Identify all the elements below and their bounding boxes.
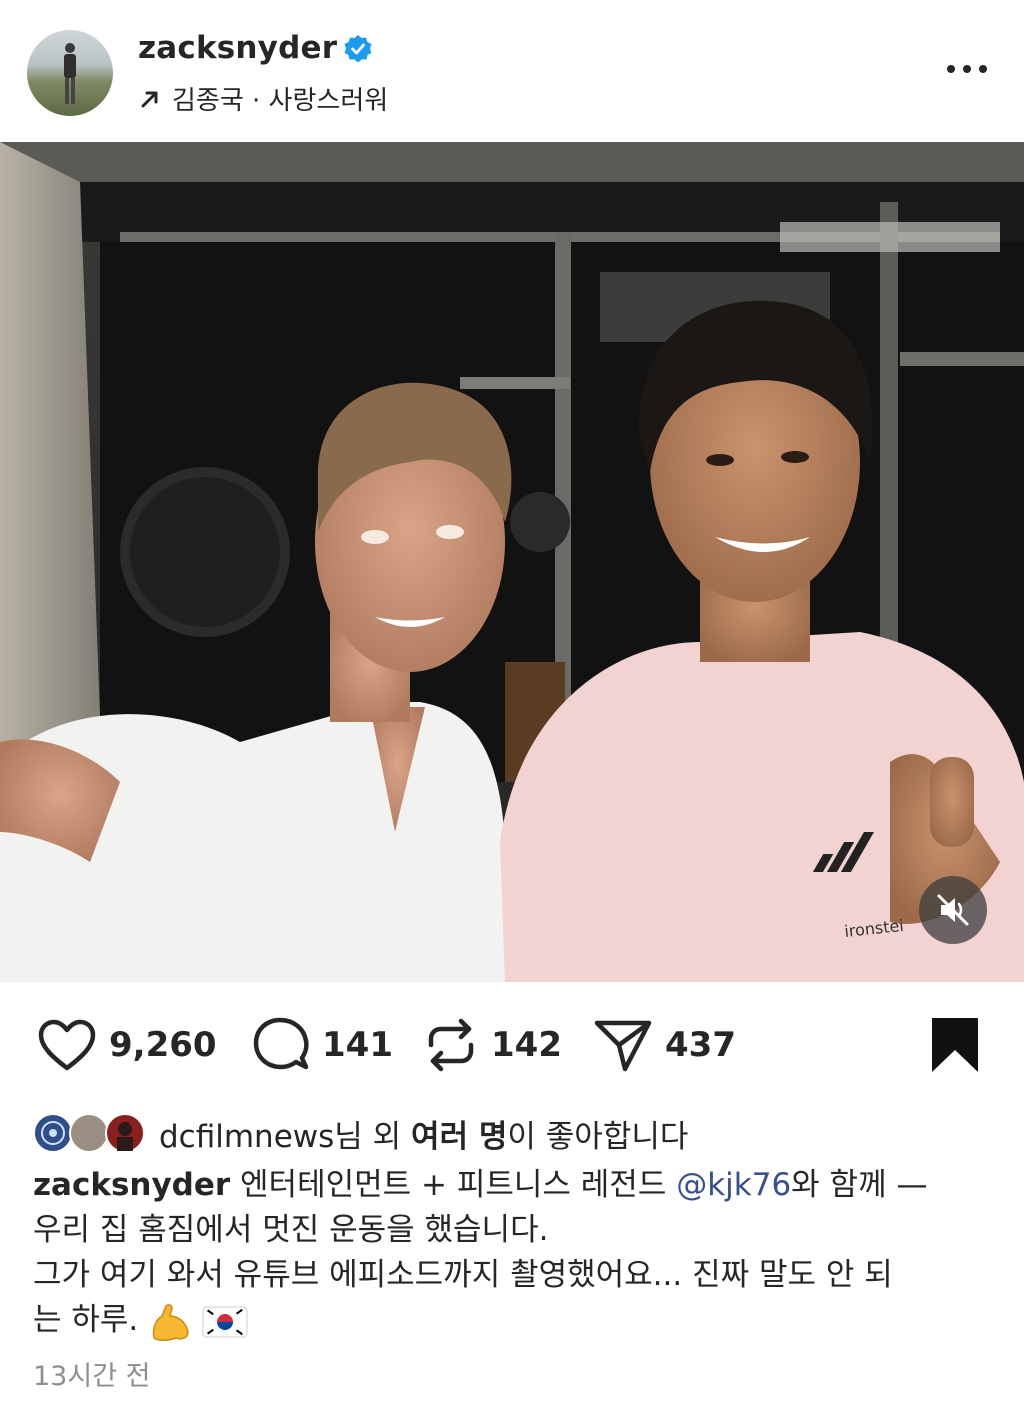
mute-button[interactable] [919, 876, 987, 944]
liker-avatars [33, 1111, 151, 1155]
like-action[interactable]: 9,260 [37, 1010, 217, 1080]
audio-label: 김종국 · 사랑스러워 [172, 86, 389, 116]
post-timestamp[interactable]: 13시간 전 [33, 1354, 150, 1393]
comment-count: 141 [322, 1025, 393, 1065]
post-photo[interactable]: ironstei [0, 142, 1024, 982]
liked-by-mid: 님 외 [334, 1118, 412, 1155]
post-caption: zacksnyder 엔터테인먼트 + 피트니스 레전드 @kjk76와 함께 … [33, 1163, 998, 1343]
photo-illustration: ironstei [0, 142, 1024, 982]
liked-by-row[interactable]: dcfilmnews님 외 여러 명이 좋아합니다 [33, 1108, 688, 1158]
repost-icon[interactable] [423, 1015, 479, 1075]
korea-flag-emoji [202, 1306, 248, 1337]
avatar [69, 1113, 109, 1153]
action-bar: 9,260 141 142 437 [0, 1010, 1024, 1080]
avatar [105, 1113, 145, 1153]
caption-username[interactable]: zacksnyder [33, 1167, 230, 1203]
post-header: zacksnyder 김종국 · 사랑스러워 [0, 0, 1024, 142]
caption-line1-a: 엔터테인먼트 + 피트니스 레전드 [230, 1167, 677, 1203]
repost-count: 142 [491, 1025, 562, 1065]
arrow-up-right-icon [141, 91, 158, 107]
like-count: 9,260 [109, 1025, 217, 1065]
caption-line1-b: 와 함께 — [791, 1167, 928, 1203]
share-count: 437 [665, 1025, 736, 1065]
verified-badge-icon [344, 35, 372, 63]
profile-avatar[interactable] [27, 30, 113, 116]
flexed-bicep-emoji [152, 1303, 189, 1341]
caption-mention[interactable]: @kjk76 [676, 1167, 791, 1203]
share-action[interactable]: 437 [593, 1010, 736, 1080]
avatar [33, 1113, 73, 1153]
liker-username[interactable]: dcfilmnews [159, 1119, 334, 1155]
liked-by-others[interactable]: 여러 명 [411, 1119, 507, 1155]
liked-by-text: dcfilmnews님 외 여러 명이 좋아합니다 [159, 1111, 688, 1156]
mute-icon [937, 894, 969, 926]
share-icon[interactable] [593, 1017, 653, 1073]
audio-row[interactable]: 김종국 · 사랑스러워 [138, 80, 388, 117]
caption-line4: 는 하루. [33, 1302, 139, 1338]
heart-icon[interactable] [37, 1018, 97, 1072]
repost-action[interactable]: 142 [423, 1010, 562, 1080]
comment-action[interactable]: 141 [252, 1010, 393, 1080]
post-username[interactable]: zacksnyder [138, 30, 337, 66]
caption-line2: 우리 집 홈짐에서 멋진 운동을 했습니다. [33, 1212, 549, 1248]
liked-by-tail: 이 좋아합니다 [507, 1118, 689, 1155]
bookmark-icon[interactable] [928, 1016, 982, 1074]
more-options-icon[interactable] [944, 54, 990, 84]
comment-icon[interactable] [252, 1016, 310, 1074]
caption-line3: 그가 여기 와서 유튜브 에피소드까지 촬영했어요... 진짜 말도 안 되 [33, 1257, 893, 1293]
